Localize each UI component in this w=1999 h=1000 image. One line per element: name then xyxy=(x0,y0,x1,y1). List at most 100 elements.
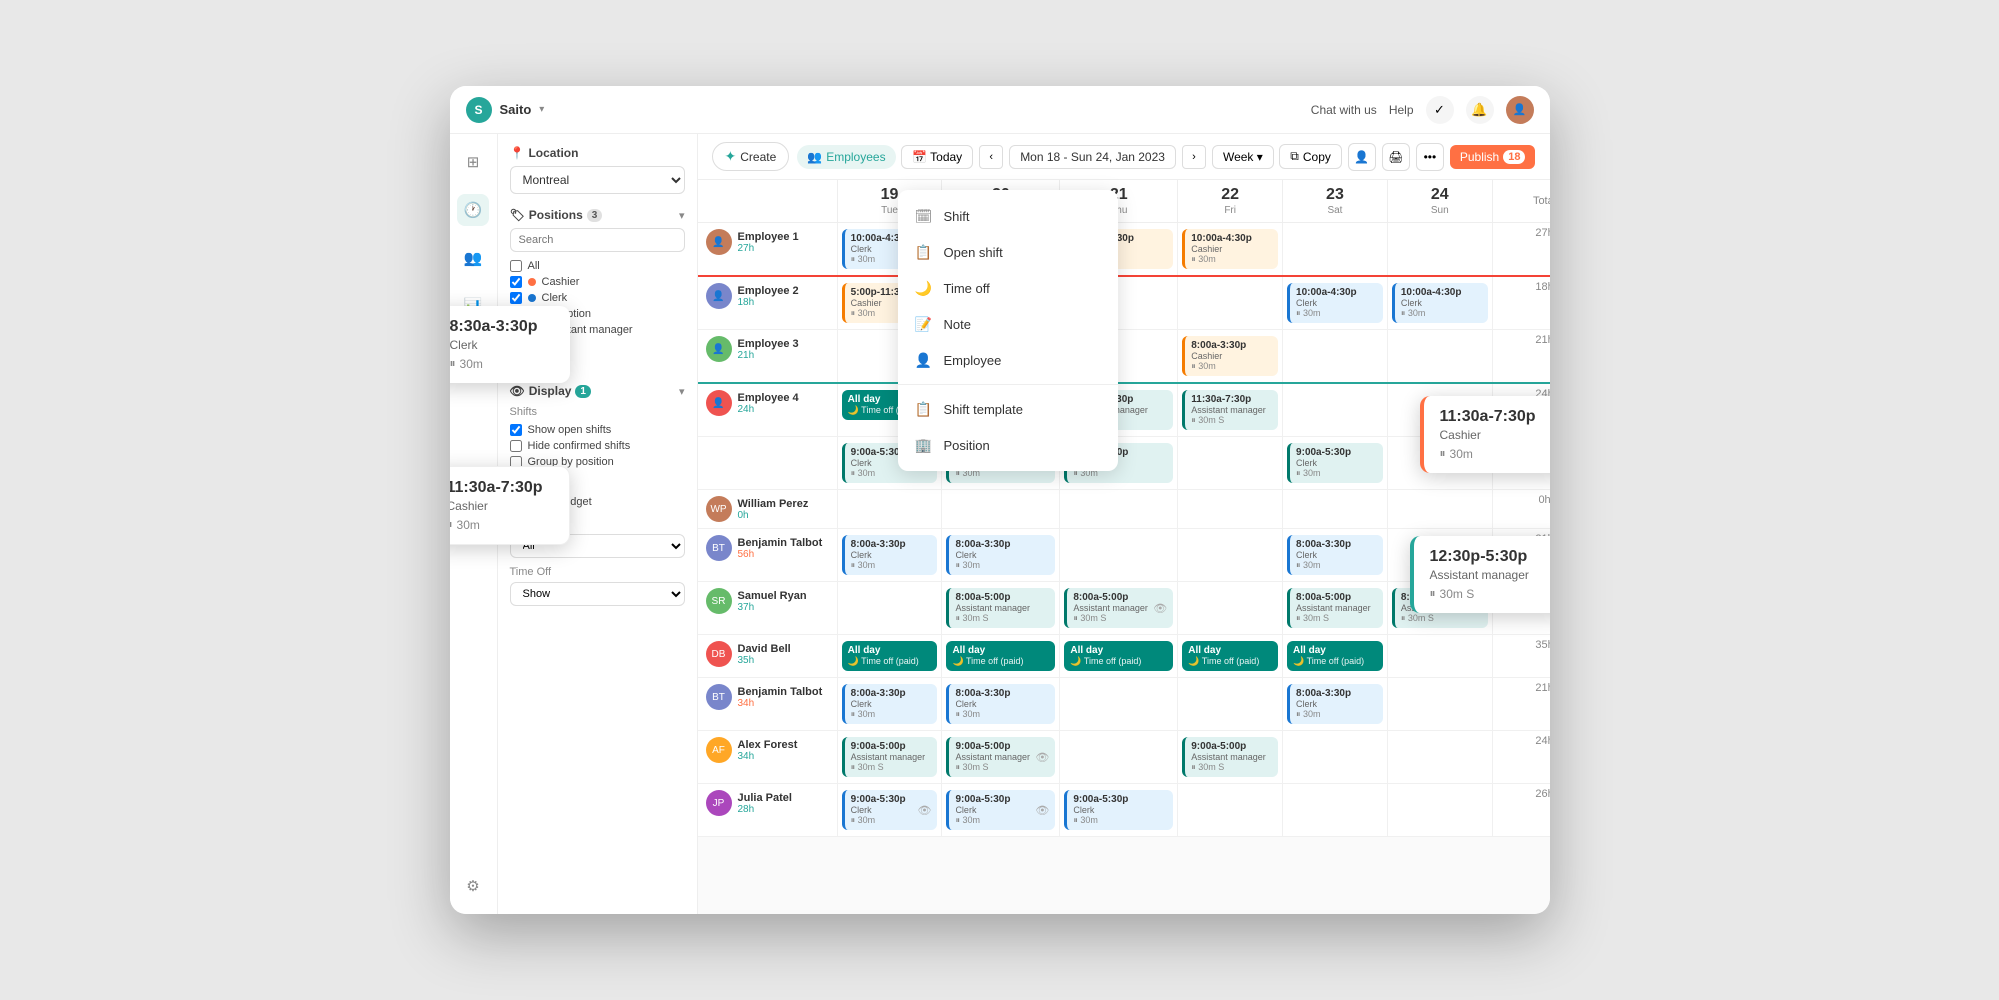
positions-search-input[interactable] xyxy=(510,228,685,252)
shift-cell-empty[interactable] xyxy=(1387,330,1492,384)
shift-card[interactable]: 9:00a-5:30p Clerk ⏸ 30m xyxy=(1287,443,1383,483)
shift-cell-empty[interactable] xyxy=(1283,490,1388,529)
shift-card[interactable]: 9:00a-5:30p Clerk ⏸ 30m 👁 xyxy=(946,790,1055,830)
shift-card[interactable]: 10:00a-4:30p Clerk ⏸ 30m xyxy=(1287,283,1383,323)
shift-card[interactable]: 8:00a-3:30p Cashier ⏸ 30m xyxy=(1182,336,1278,376)
shift-cell-empty[interactable] xyxy=(1387,635,1492,678)
timeoff-card[interactable]: All day 🌙 Time off (paid) xyxy=(1182,641,1278,671)
menu-item-note[interactable]: 📝 Note xyxy=(898,306,1118,342)
shift-cell-empty[interactable] xyxy=(1060,529,1178,582)
shift-card[interactable]: 8:00a-3:30p Clerk ⏸ 30m xyxy=(1287,684,1383,724)
shift-cell-empty[interactable] xyxy=(1387,678,1492,731)
shift-cell[interactable]: 10:00a-4:30p Cashier ⏸ 30m xyxy=(1178,223,1283,277)
shift-card[interactable]: 8:00a-5:00p Assistant manager ⏸ 30m S 👁 xyxy=(1064,588,1173,628)
shift-cell-empty[interactable] xyxy=(1283,731,1388,784)
menu-item-shift-template[interactable]: 📋 Shift template xyxy=(898,391,1118,427)
shift-cell[interactable]: 8:00a-3:30p Clerk ⏸ 30m xyxy=(942,529,1060,582)
shift-cell-empty[interactable] xyxy=(942,490,1060,529)
shift-cell-empty[interactable] xyxy=(1387,223,1492,277)
position-cashier[interactable]: Cashier xyxy=(510,274,685,290)
shift-card[interactable]: 9:00a-5:00p Assistant manager ⏸ 30m S xyxy=(842,737,938,777)
print-icon[interactable]: 🖨 xyxy=(1382,143,1410,171)
shift-cell-empty[interactable] xyxy=(1178,678,1283,731)
shift-cell-empty[interactable] xyxy=(1178,437,1283,490)
shift-cell-empty[interactable] xyxy=(1060,731,1178,784)
timeoff-card[interactable]: All day 🌙 Time off (paid) xyxy=(946,641,1055,671)
prev-week-button[interactable]: ‹ xyxy=(979,145,1003,169)
sidebar-icon-people[interactable]: 👥 xyxy=(457,242,489,274)
publish-button[interactable]: Publish 18 xyxy=(1450,145,1536,169)
menu-item-shift[interactable]: 🗓 Shift xyxy=(898,198,1118,234)
shift-card[interactable]: 9:00a-5:00p Assistant manager ⏸ 30m S 👁 xyxy=(946,737,1055,777)
shift-cell-empty[interactable] xyxy=(1178,276,1283,330)
create-button[interactable]: ✦ Create xyxy=(712,142,790,171)
shift-cell-empty[interactable] xyxy=(1283,330,1388,384)
sidebar-icon-settings[interactable]: ⚙ xyxy=(457,870,489,902)
shift-cell-empty[interactable] xyxy=(1178,582,1283,635)
more-options-icon[interactable]: ••• xyxy=(1416,143,1444,171)
shift-card[interactable]: 8:00a-3:30p Clerk ⏸ 30m xyxy=(842,535,938,575)
hide-confirmed-shifts-checkbox[interactable]: Hide confirmed shifts xyxy=(510,438,685,454)
show-open-shifts-checkbox[interactable]: Show open shifts xyxy=(510,422,685,438)
user-action-icon[interactable]: 👤 xyxy=(1348,143,1376,171)
shift-cell[interactable]: 8:00a-3:30p Clerk ⏸ 30m xyxy=(837,529,942,582)
shift-cell-empty[interactable] xyxy=(1387,784,1492,837)
shift-cell-empty[interactable] xyxy=(1283,223,1388,277)
shift-cell[interactable]: 10:00a-4:30p Clerk ⏸ 30m xyxy=(1387,276,1492,330)
shift-cell-empty[interactable] xyxy=(1178,490,1283,529)
timeoff-card[interactable]: All day 🌙 Time off (paid) xyxy=(842,641,938,671)
shift-cell-empty[interactable] xyxy=(1387,490,1492,529)
shift-card[interactable]: 8:00a-3:30p Clerk ⏸ 30m xyxy=(842,684,938,724)
shift-cell[interactable]: 9:00a-5:30p Clerk ⏸ 30m xyxy=(1060,784,1178,837)
shift-cell[interactable]: 8:00a-3:30p Cashier ⏸ 30m xyxy=(1178,330,1283,384)
location-select[interactable]: Montreal xyxy=(510,166,685,194)
today-button[interactable]: 📅 Today xyxy=(901,145,973,169)
shift-cell[interactable]: All day 🌙 Time off (paid) xyxy=(942,635,1060,678)
shift-cell[interactable]: 8:00a-5:00p Assistant manager ⏸ 30m S xyxy=(1283,582,1388,635)
shift-cell[interactable]: 8:00a-5:00p Assistant manager ⏸ 30m S 👁 xyxy=(1060,582,1178,635)
chat-link[interactable]: Chat with us xyxy=(1311,103,1377,117)
user-avatar[interactable]: 👤 xyxy=(1506,96,1534,124)
shift-cell-empty[interactable] xyxy=(1283,383,1388,437)
shift-card[interactable]: 10:00a-4:30p Clerk ⏸ 30m xyxy=(1392,283,1488,323)
menu-item-position[interactable]: 🏢 Position xyxy=(898,427,1118,463)
menu-item-time-off[interactable]: 🌙 Time off xyxy=(898,270,1118,306)
shift-card[interactable]: 9:00a-5:00p Assistant manager ⏸ 30m S xyxy=(1182,737,1278,777)
shift-cell[interactable]: 8:00a-3:30p Clerk ⏸ 30m xyxy=(837,678,942,731)
checkmark-icon[interactable]: ✓ xyxy=(1426,96,1454,124)
timeoff-card[interactable]: All day 🌙 Time off (paid) xyxy=(1064,641,1173,671)
timeoff-card[interactable]: All day 🌙 Time off (paid) xyxy=(1287,641,1383,671)
shift-cell[interactable]: 9:00a-5:30p Clerk ⏸ 30m 👁 xyxy=(837,784,942,837)
shift-cell[interactable]: 9:00a-5:30p Clerk ⏸ 30m xyxy=(1283,437,1388,490)
shift-cell-empty[interactable] xyxy=(1283,784,1388,837)
shift-cell[interactable]: All day 🌙 Time off (paid) xyxy=(1283,635,1388,678)
shift-cell-empty[interactable] xyxy=(837,582,942,635)
shift-cell[interactable]: 11:30a-7:30p Assistant manager ⏸ 30m S xyxy=(1178,383,1283,437)
shift-card[interactable]: 8:00a-3:30p Clerk ⏸ 30m xyxy=(946,684,1055,724)
org-chevron-icon[interactable]: ▾ xyxy=(539,104,544,115)
shift-cell[interactable]: All day 🌙 Time off (paid) xyxy=(1178,635,1283,678)
position-all[interactable]: All xyxy=(510,258,685,274)
shift-cell-empty[interactable] xyxy=(1060,678,1178,731)
shift-cell-empty[interactable] xyxy=(1178,529,1283,582)
menu-item-open-shift[interactable]: 📋 Open shift xyxy=(898,234,1118,270)
sidebar-icon-clock[interactable]: 🕐 xyxy=(457,194,489,226)
shift-card[interactable]: 9:00a-5:30p Clerk ⏸ 30m 👁 xyxy=(842,790,938,830)
shift-cell[interactable]: 9:00a-5:30p Clerk ⏸ 30m 👁 xyxy=(942,784,1060,837)
shift-cell-empty[interactable] xyxy=(1060,490,1178,529)
shift-card[interactable]: 8:00a-5:00p Assistant manager ⏸ 30m S xyxy=(1287,588,1383,628)
shift-cell-empty[interactable] xyxy=(1178,784,1283,837)
copy-button[interactable]: ⧉ Copy xyxy=(1279,144,1342,169)
shift-cell[interactable]: 9:00a-5:00p Assistant manager ⏸ 30m S xyxy=(1178,731,1283,784)
shift-cell[interactable]: 9:00a-5:00p Assistant manager ⏸ 30m S 👁 xyxy=(942,731,1060,784)
shift-cell-empty[interactable] xyxy=(1387,731,1492,784)
shift-cell[interactable]: 8:00a-3:30p Clerk ⏸ 30m xyxy=(1283,529,1388,582)
shift-cell[interactable]: 8:00a-5:00p Assistant manager ⏸ 30m S xyxy=(942,582,1060,635)
position-clerk[interactable]: Clerk xyxy=(510,290,685,306)
shift-cell[interactable]: All day 🌙 Time off (paid) xyxy=(1060,635,1178,678)
time-off-dropdown[interactable]: Show xyxy=(510,582,685,606)
shift-card[interactable]: 8:00a-3:30p Clerk ⏸ 30m xyxy=(1287,535,1383,575)
shift-cell[interactable]: 9:00a-5:00p Assistant manager ⏸ 30m S xyxy=(837,731,942,784)
shift-cell[interactable]: 8:00a-3:30p Clerk ⏸ 30m xyxy=(1283,678,1388,731)
shift-card[interactable]: 8:00a-5:00p Assistant manager ⏸ 30m S xyxy=(946,588,1055,628)
